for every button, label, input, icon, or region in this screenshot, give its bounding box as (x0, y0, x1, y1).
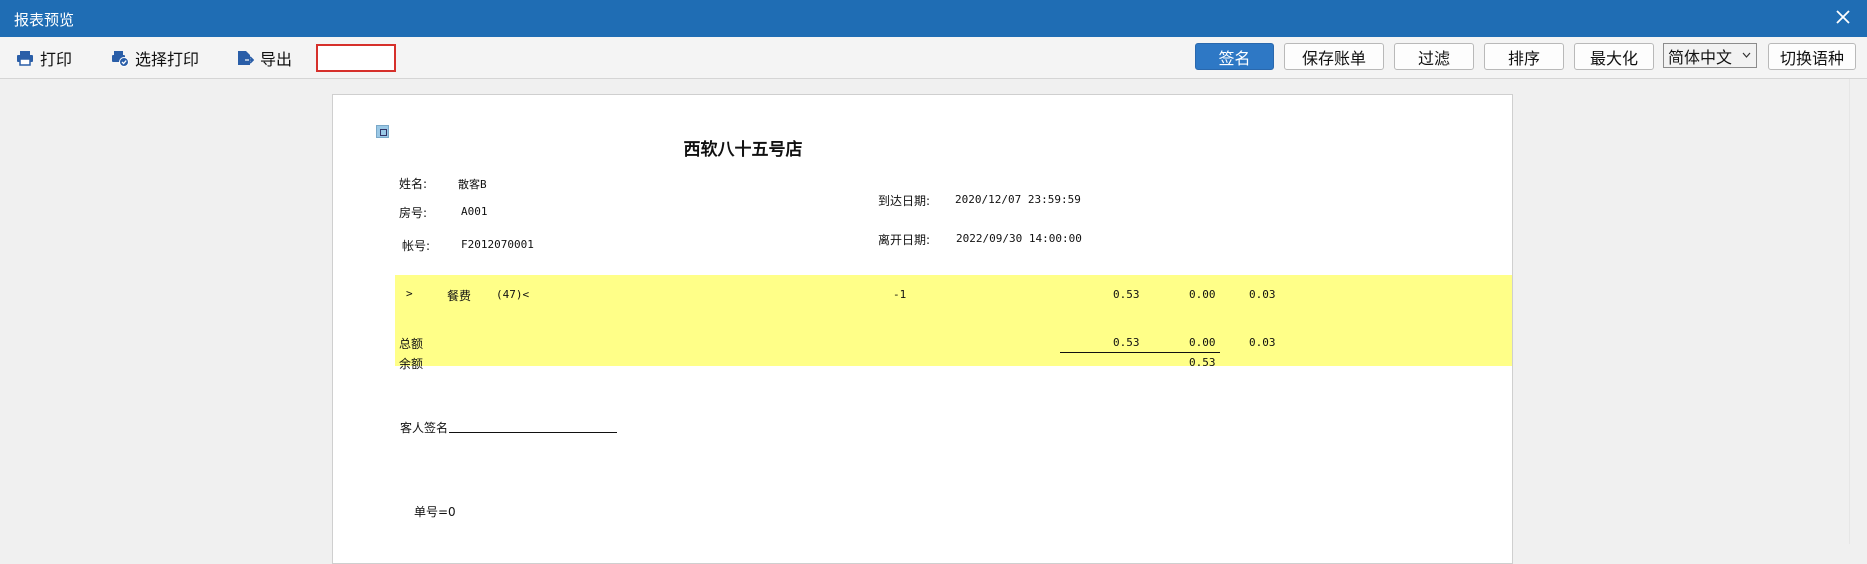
name-label: 姓名: (399, 177, 428, 191)
total-underline (1060, 352, 1220, 353)
save-bill-button[interactable]: 保存账单 (1284, 43, 1384, 70)
select-print-button[interactable]: 选择打印 (111, 46, 199, 70)
export-button[interactable]: 导出 (236, 46, 292, 70)
filter-button[interactable]: 过滤 (1394, 43, 1474, 70)
print-label: 打印 (40, 50, 73, 69)
close-icon[interactable] (1831, 5, 1855, 29)
sign-button[interactable]: 签名 (1195, 43, 1274, 70)
item-amount2: 0.00 (1189, 288, 1216, 301)
select-print-label: 选择打印 (135, 50, 200, 69)
sort-button[interactable]: 排序 (1484, 43, 1564, 70)
bill-number: 单号=0 (414, 505, 456, 519)
item-code: (47)< (496, 288, 530, 301)
item-amount3: 0.03 (1249, 288, 1276, 301)
total-amount1: 0.53 (1113, 336, 1140, 349)
chevron-down-icon (1742, 52, 1751, 58)
language-value: 简体中文 (1668, 47, 1733, 67)
item-qty: -1 (893, 288, 907, 301)
report-page: 西软八十五号店 姓名: 散客B 房号: A001 帐号: F2012070001… (332, 94, 1513, 564)
report-marker-icon (376, 125, 389, 138)
totals-highlight (395, 306, 1512, 366)
printer-icon (17, 51, 33, 66)
balance-value: 0.53 (1189, 356, 1216, 369)
language-select[interactable]: 简体中文 (1663, 43, 1757, 68)
account-label: 帐号: (402, 239, 431, 253)
highlight-box[interactable] (316, 44, 396, 72)
arrival-value: 2020/12/07 23:59:59 (955, 193, 1081, 206)
print-button[interactable]: 打印 (16, 46, 72, 70)
export-label: 导出 (260, 50, 293, 69)
item-arrow: > (406, 287, 413, 300)
item-row-highlight (395, 275, 1512, 306)
hotel-name: 西软八十五号店 (683, 140, 803, 160)
total-amount2: 0.00 (1189, 336, 1216, 349)
maximize-button[interactable]: 最大化 (1574, 43, 1654, 70)
switch-language-button[interactable]: 切换语种 (1768, 43, 1856, 70)
window-title: 报表预览 (14, 11, 75, 29)
departure-value: 2022/09/30 14:00:00 (956, 232, 1082, 245)
item-name: 餐费 (447, 289, 472, 303)
select-printer-icon (112, 51, 129, 67)
departure-label: 离开日期: (878, 233, 931, 247)
title-bar: 报表预览 (0, 0, 1867, 37)
guest-sign-label: 客人签名 (400, 421, 449, 435)
room-value: A001 (461, 205, 488, 218)
signature-line (449, 432, 617, 433)
arrival-label: 到达日期: (878, 194, 931, 208)
room-label: 房号: (399, 206, 428, 220)
vertical-scrollbar[interactable] (1849, 79, 1867, 544)
balance-label: 余额 (399, 357, 424, 371)
export-icon (238, 51, 254, 65)
total-label: 总额 (399, 337, 424, 351)
account-value: F2012070001 (461, 238, 534, 251)
name-value: 散客B (458, 178, 487, 191)
toolbar: 打印 选择打印 导出 签名 保存账单 过滤 排序 最大化 简体中文 切换语种 (0, 37, 1867, 79)
item-amount1: 0.53 (1113, 288, 1140, 301)
total-amount3: 0.03 (1249, 336, 1276, 349)
